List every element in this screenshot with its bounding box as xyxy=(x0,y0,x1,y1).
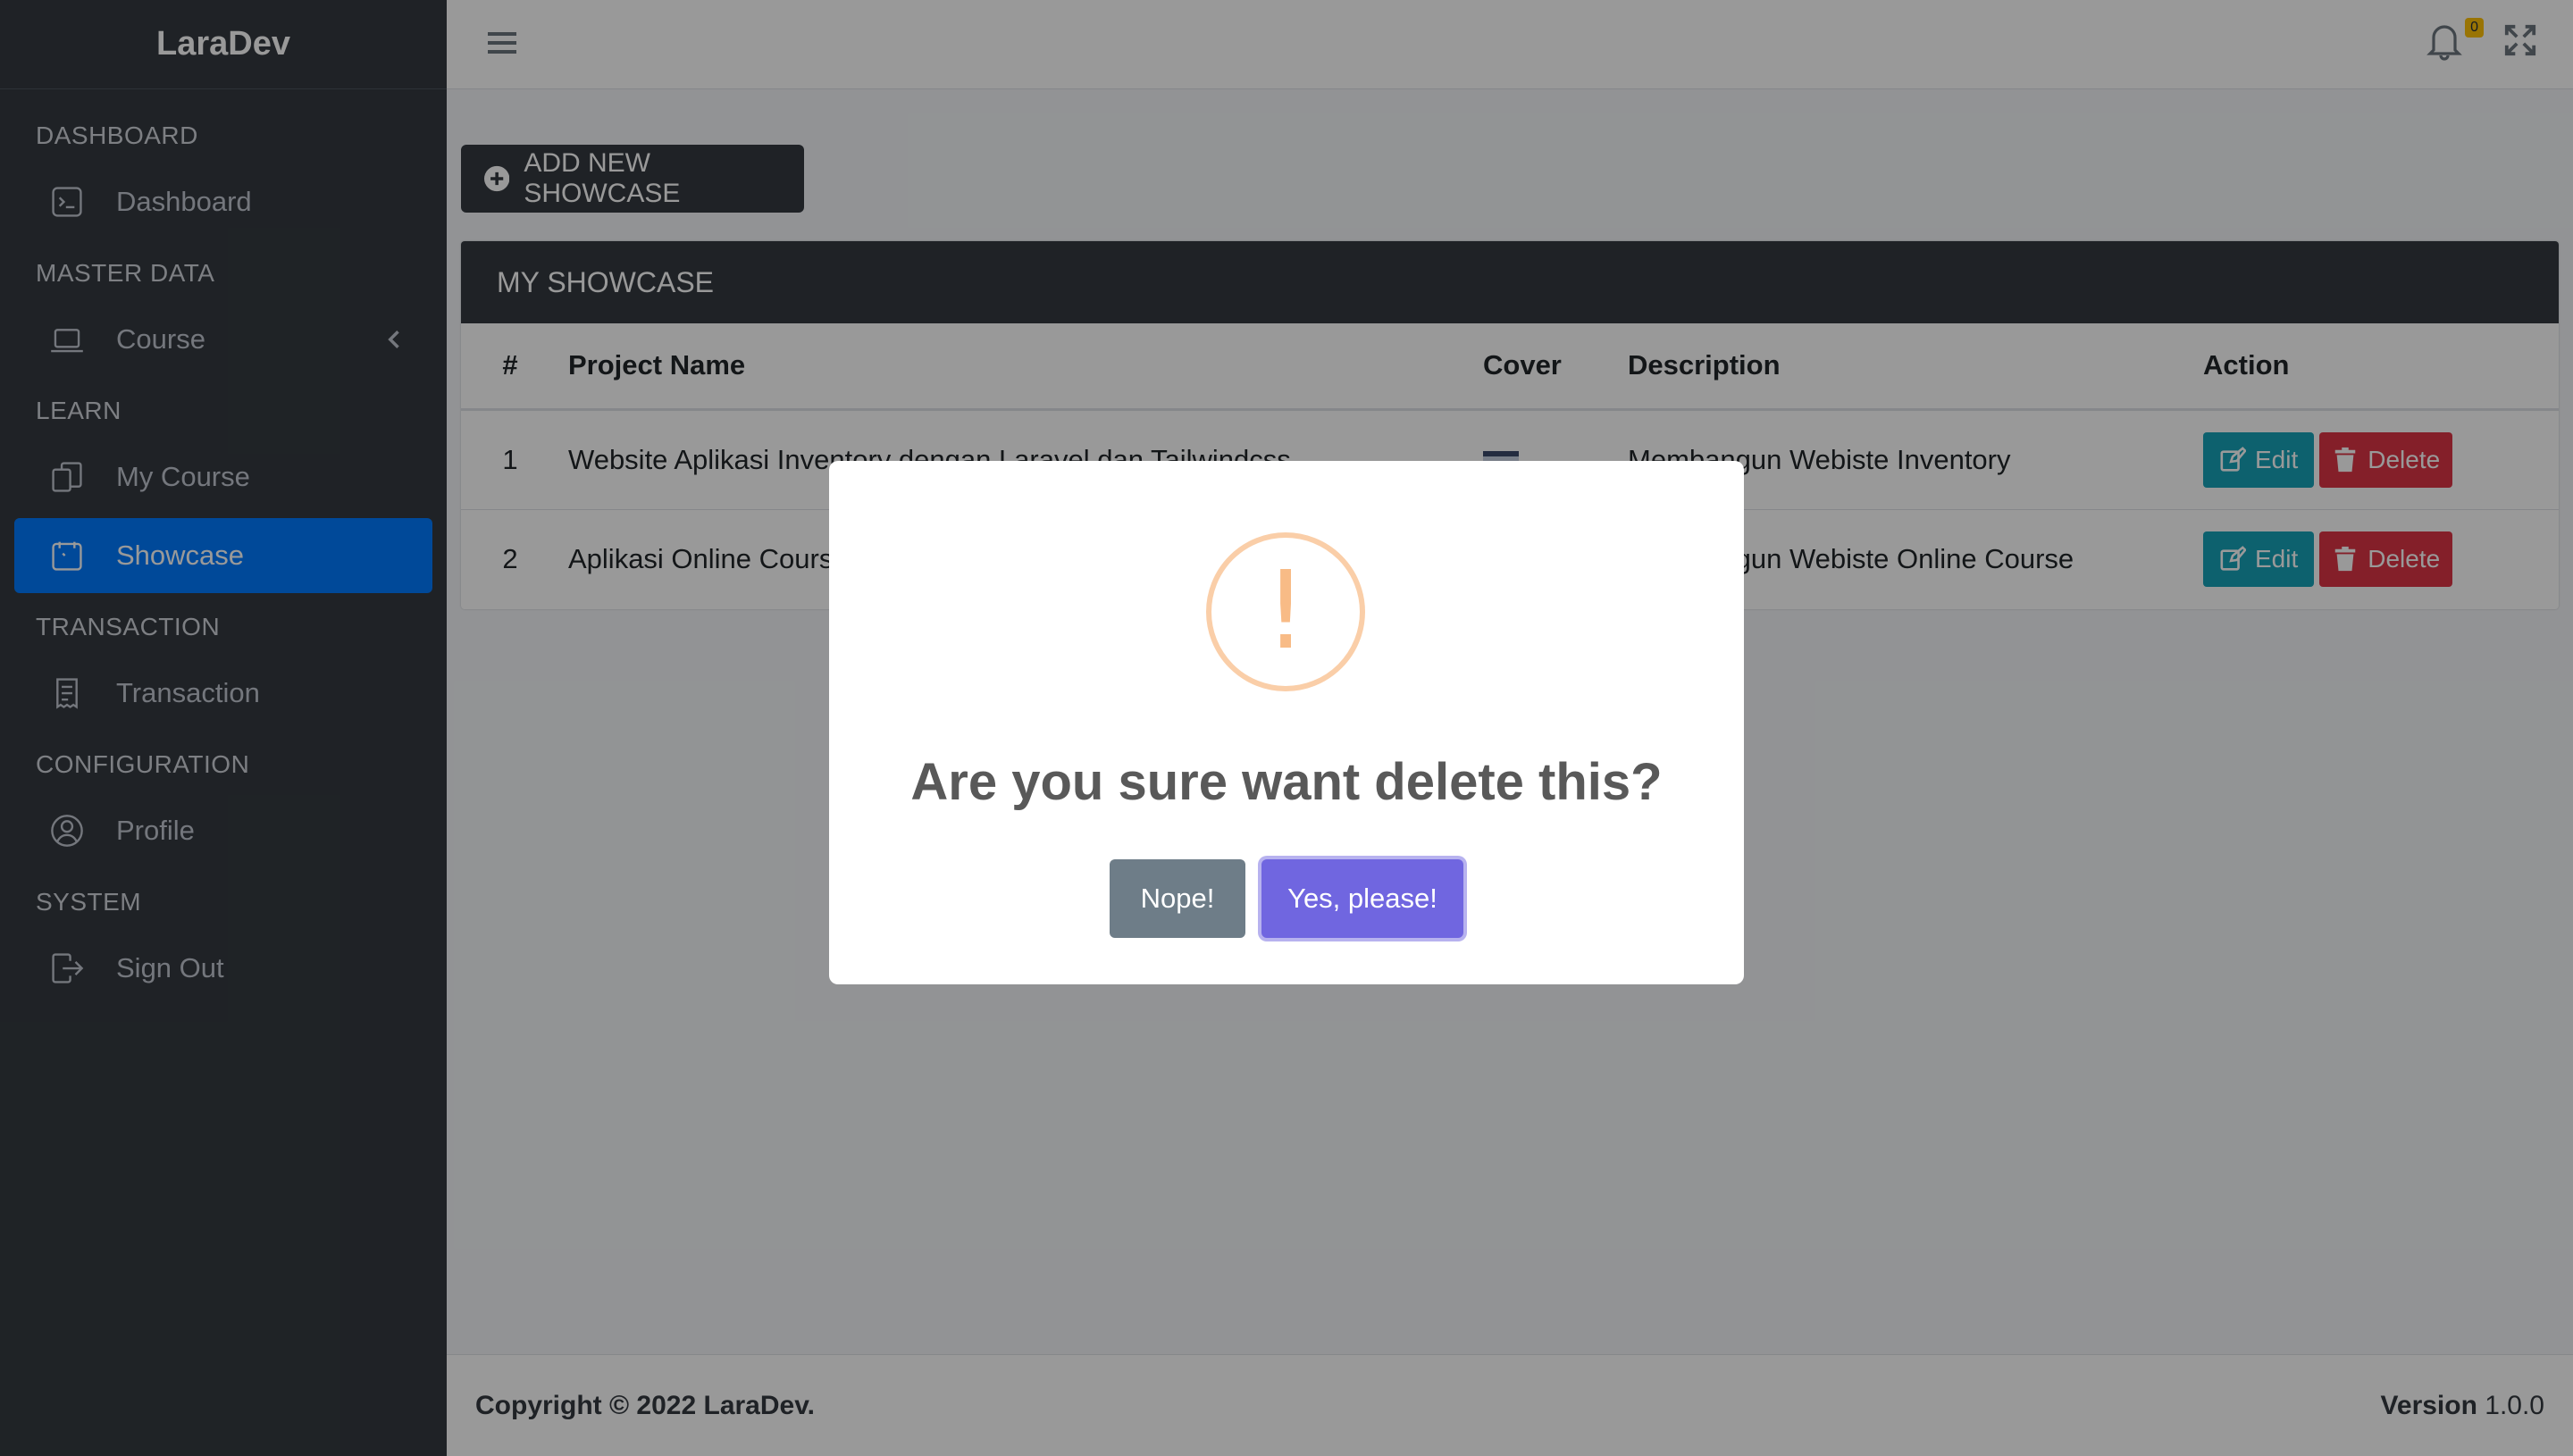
dialog-title: Are you sure want delete this? xyxy=(910,753,1663,811)
confirm-delete-dialog: ! Are you sure want delete this? Nope! Y… xyxy=(829,461,1744,984)
cancel-button[interactable]: Nope! xyxy=(1110,859,1245,938)
warning-icon: ! xyxy=(1206,532,1365,691)
confirm-button[interactable]: Yes, please! xyxy=(1261,859,1463,938)
